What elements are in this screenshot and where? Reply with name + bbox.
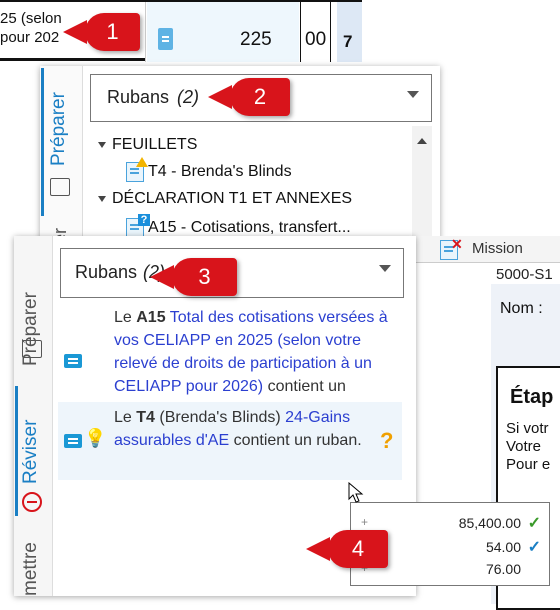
ruban-icon [64,433,82,448]
tree-item-a15[interactable]: ? A15 - Cotisations, transfert... [126,214,351,238]
amount-row-2: 54.00 [485,539,521,555]
callout-2: 2 [208,78,290,116]
chevron-down-icon [379,265,391,272]
tree-group-declaration[interactable]: DÉCLARATION T1 ET ANNEXES [98,190,352,208]
row-description-line1: 25 (selon [0,10,62,27]
amount-row-1: 85,400.00 [458,515,521,531]
step-line-3: Pour e [506,456,551,473]
ruban-icon [64,353,82,368]
tree-group-feuillets[interactable]: FEUILLETS [98,136,197,154]
mission-label: Mission [472,240,523,257]
scroll-up-icon[interactable] [417,138,427,144]
callout-1: 1 [63,13,140,51]
lightbulb-icon: 💡 [84,428,107,448]
form-code: 5000-S1 [496,266,553,283]
mission-tab[interactable]: ✕ Mission [416,236,560,263]
tab-transmit[interactable]: mettre [20,542,42,596]
step-title: Étap [510,386,554,408]
dropdown-count: (2) [177,87,199,107]
name-label: Nom : [500,300,543,317]
step-line-2: Votre [506,438,542,455]
amount-row-3: 76.00 [485,561,521,577]
amount-value: 225 [240,29,272,50]
check-green-icon: ✓ [527,515,541,532]
document-warning-icon [126,157,148,182]
chevron-down-icon [407,91,419,98]
tree-item-t4[interactable]: T4 - Brenda's Blinds [126,157,292,182]
amount-cents: 00 [305,29,327,50]
callout-3: 3 [150,258,237,296]
ruban-item-2[interactable]: 💡 Le T4 (Brenda's Blinds) 24-Gains assur… [58,402,402,480]
document-help-icon: ? [126,214,150,238]
form-row-strip: 25 (selon pour 202 225 00 7 [0,0,362,62]
check-blue-icon: ✓ [527,539,541,556]
step-line-1: Si votr [506,420,549,437]
prepare-icon [50,178,70,196]
scrollbar[interactable] [412,126,432,244]
dropdown-label: Rubans [107,87,170,107]
collapse-triangle-icon [98,195,106,202]
ruban-2-text: Le T4 (Brenda's Blinds) 24-Gains assurab… [114,409,362,449]
mouse-cursor-icon [348,482,364,503]
dropdown-label: Rubans [75,262,138,282]
tab-review[interactable]: Réviser [20,420,42,484]
help-icon[interactable]: ? [380,428,393,454]
tab-prepare[interactable]: Préparer [48,92,70,166]
line-number: 7 [343,32,353,51]
ruban-item-1[interactable]: Le A15 Total des cotisations versées à v… [60,306,402,418]
prepare-icon [22,340,42,358]
ruban-icon[interactable] [158,28,173,50]
callout-4: 4 [306,530,388,568]
row-description-line2: pour 202 [0,29,60,46]
error-icon [22,492,42,512]
collapse-triangle-icon [98,141,106,148]
